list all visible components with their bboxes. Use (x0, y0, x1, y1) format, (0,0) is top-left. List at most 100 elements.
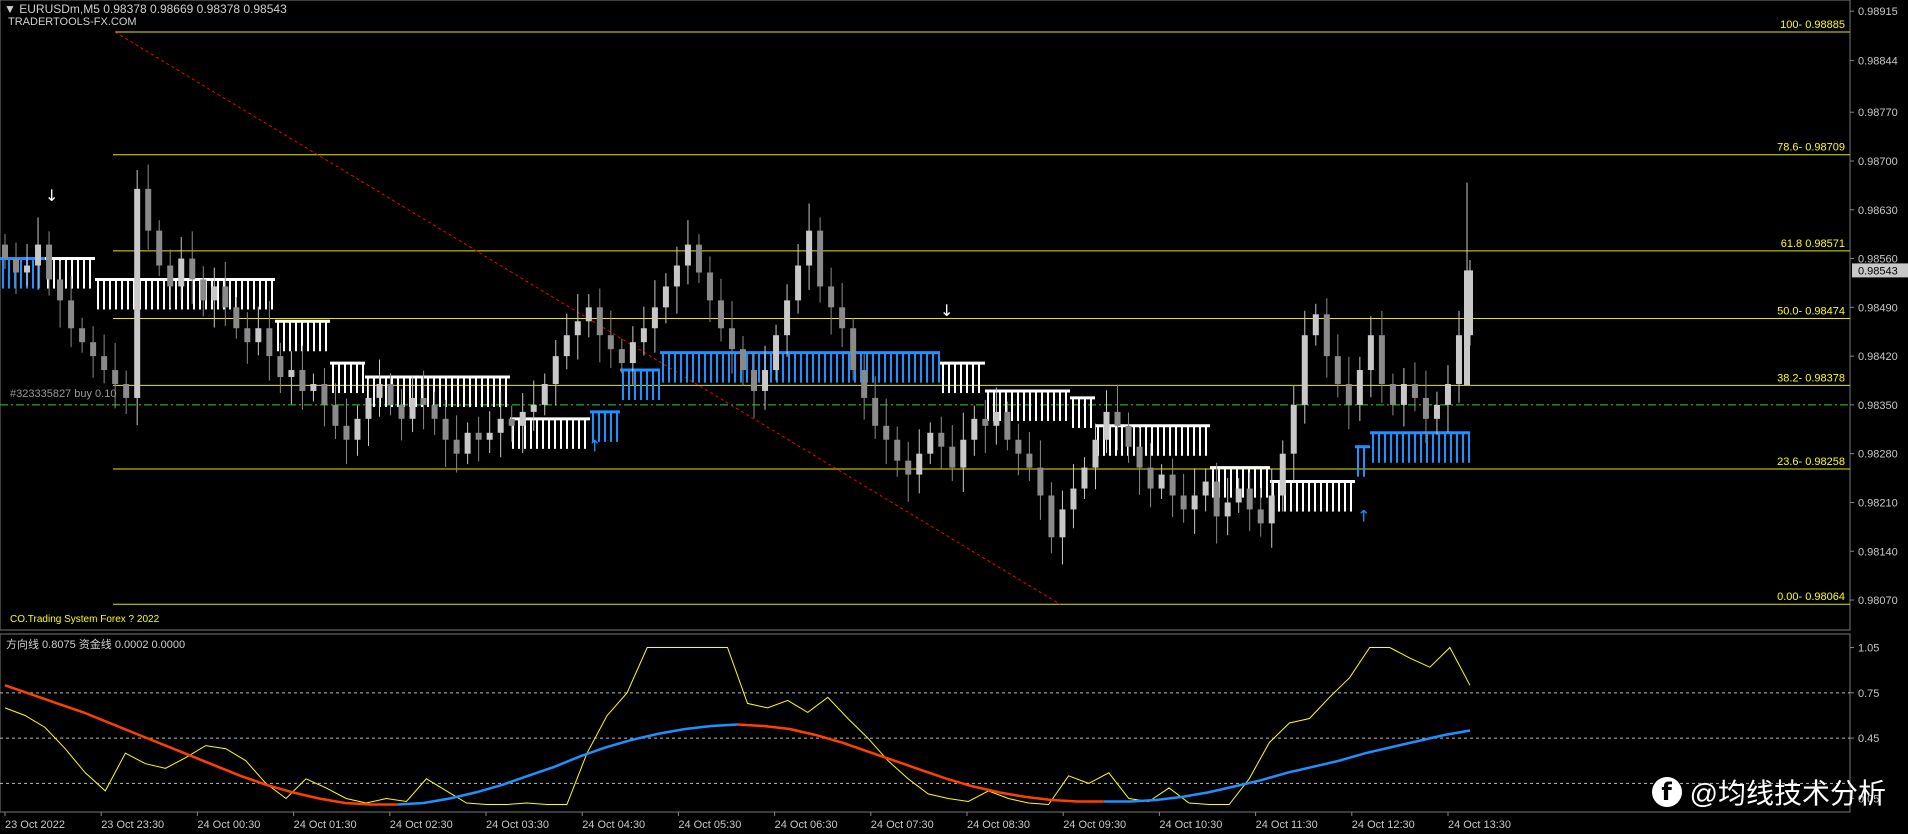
time-tick-label: 24 Oct 10:30 (1159, 819, 1222, 831)
candle-body (1070, 488, 1077, 510)
main-chart-frame (0, 0, 1851, 631)
candle-body (442, 418, 449, 440)
facebook-icon: f (1651, 777, 1682, 807)
candle-body (717, 300, 724, 329)
indicator-label: 方向线 0.8075 资金线 0.0002 0.0000 (6, 639, 186, 651)
candle-body (817, 230, 824, 287)
candle-body (695, 244, 702, 273)
candle-body (1224, 502, 1231, 517)
candle-body (596, 307, 603, 336)
candle-body (839, 307, 846, 329)
candle-body (629, 342, 636, 364)
candle-body (1301, 335, 1308, 405)
candle-body (1334, 356, 1341, 384)
candle-body (828, 286, 835, 308)
candle-body (222, 286, 229, 308)
candle-body (1015, 439, 1022, 454)
candle-body (740, 349, 747, 371)
copyright-label: CO.Trading System Forex ? 2022 (10, 614, 160, 625)
candle-body (1444, 383, 1451, 405)
candle-body (189, 258, 196, 280)
candle-body (310, 383, 317, 391)
price-tick-label: 0.98210 (1858, 497, 1898, 509)
candle-body (784, 300, 791, 336)
time-tick-label: 24 Oct 09:30 (1063, 819, 1126, 831)
brand-label: TRADERTOOLS-FX.COM (8, 16, 137, 28)
arrow-up-icon: ↑ (1357, 506, 1370, 525)
candle-body (1191, 495, 1198, 510)
candle-body (1114, 411, 1121, 426)
fib-label: 61.8 0.98571 (1781, 238, 1845, 250)
candle-body (376, 383, 383, 398)
candle-body (68, 300, 75, 329)
main-chart-area[interactable] (0, 0, 1851, 813)
time-axis: 23 Oct 2022 23 Oct 23:30 24 Oct 00:30 24 Oc… (4, 812, 1511, 831)
candle-body (1356, 370, 1363, 405)
candle-body (1279, 453, 1286, 496)
candle-body (233, 307, 240, 329)
candle-body (552, 356, 559, 384)
price-tick-label: 0.98350 (1858, 400, 1898, 412)
candle-body (861, 370, 868, 398)
candle-body (475, 432, 482, 440)
time-tick-label: 24 Oct 11:30 (1256, 819, 1318, 831)
candle-body (574, 321, 581, 336)
candle-body (673, 265, 680, 287)
candle-body (1268, 495, 1275, 524)
candle-body (585, 307, 592, 322)
candle-body (57, 279, 64, 301)
time-tick-label: 24 Oct 01:30 (294, 819, 357, 831)
candle-body (156, 230, 163, 266)
candle-body (24, 265, 31, 273)
candle-body (343, 425, 350, 440)
candle-body (255, 328, 262, 343)
chart-canvas[interactable]: 100- 0.98885 78.6- 0.98709 61.8 0.98571 50.… (0, 0, 1908, 834)
candle-body (1004, 411, 1011, 440)
candle-body (1235, 488, 1242, 503)
candle-body (123, 383, 130, 398)
time-tick-label: 24 Oct 02:30 (390, 819, 453, 831)
candle-body (1455, 335, 1462, 384)
candle-body (706, 272, 713, 301)
candle-body (1389, 383, 1396, 405)
candle-body (1059, 509, 1066, 538)
price-tick-label: 0.98844 (1858, 56, 1898, 68)
candle-body (167, 265, 174, 287)
current-price-label: 0.98543 (1858, 265, 1898, 277)
order-label[interactable]: #323335827 buy 0.10 (10, 388, 116, 400)
arrow-up-icon: ↑ (588, 437, 601, 456)
price-tick-label: 0.98280 (1858, 449, 1898, 461)
candle-body (1378, 335, 1385, 384)
candle-body (365, 397, 372, 419)
candle-body (1433, 404, 1440, 419)
candle-body (486, 432, 493, 440)
candle-body (79, 328, 86, 343)
time-tick-label: 24 Oct 13:30 (1448, 819, 1511, 831)
candle-body (1312, 314, 1319, 336)
candle-body (1213, 481, 1220, 517)
candle-body (1037, 467, 1044, 496)
price-tick-label: 0.98420 (1858, 351, 1898, 363)
candle-body (134, 188, 141, 398)
candle-body (1411, 383, 1418, 398)
candle-body (905, 460, 912, 475)
indicator-frame (0, 633, 1851, 813)
candle-body (288, 370, 295, 378)
time-tick-label: 23 Oct 2022 (5, 819, 65, 831)
indicator-tick-label: 0.45 (1858, 733, 1879, 745)
time-tick-label: 24 Oct 05:30 (678, 819, 741, 831)
candle-body (971, 418, 978, 440)
candle-body (850, 328, 857, 371)
candle-body (1246, 488, 1253, 510)
symbol-ohlc: EURUSDm,M5 0.98378 0.98669 0.98378 0.985… (19, 2, 287, 16)
candle-body (508, 418, 515, 426)
candle-body (519, 411, 526, 426)
candle-body (354, 418, 361, 440)
candle-body (464, 432, 471, 454)
candle-body (35, 244, 42, 266)
fib-label: 23.6- 0.98258 (1777, 456, 1845, 468)
candle-body (684, 244, 691, 266)
time-tick-label: 24 Oct 12:30 (1352, 819, 1415, 831)
price-tick-label: 0.98700 (1858, 156, 1898, 168)
dropdown-arrow-icon[interactable]: ▼ (4, 2, 16, 16)
